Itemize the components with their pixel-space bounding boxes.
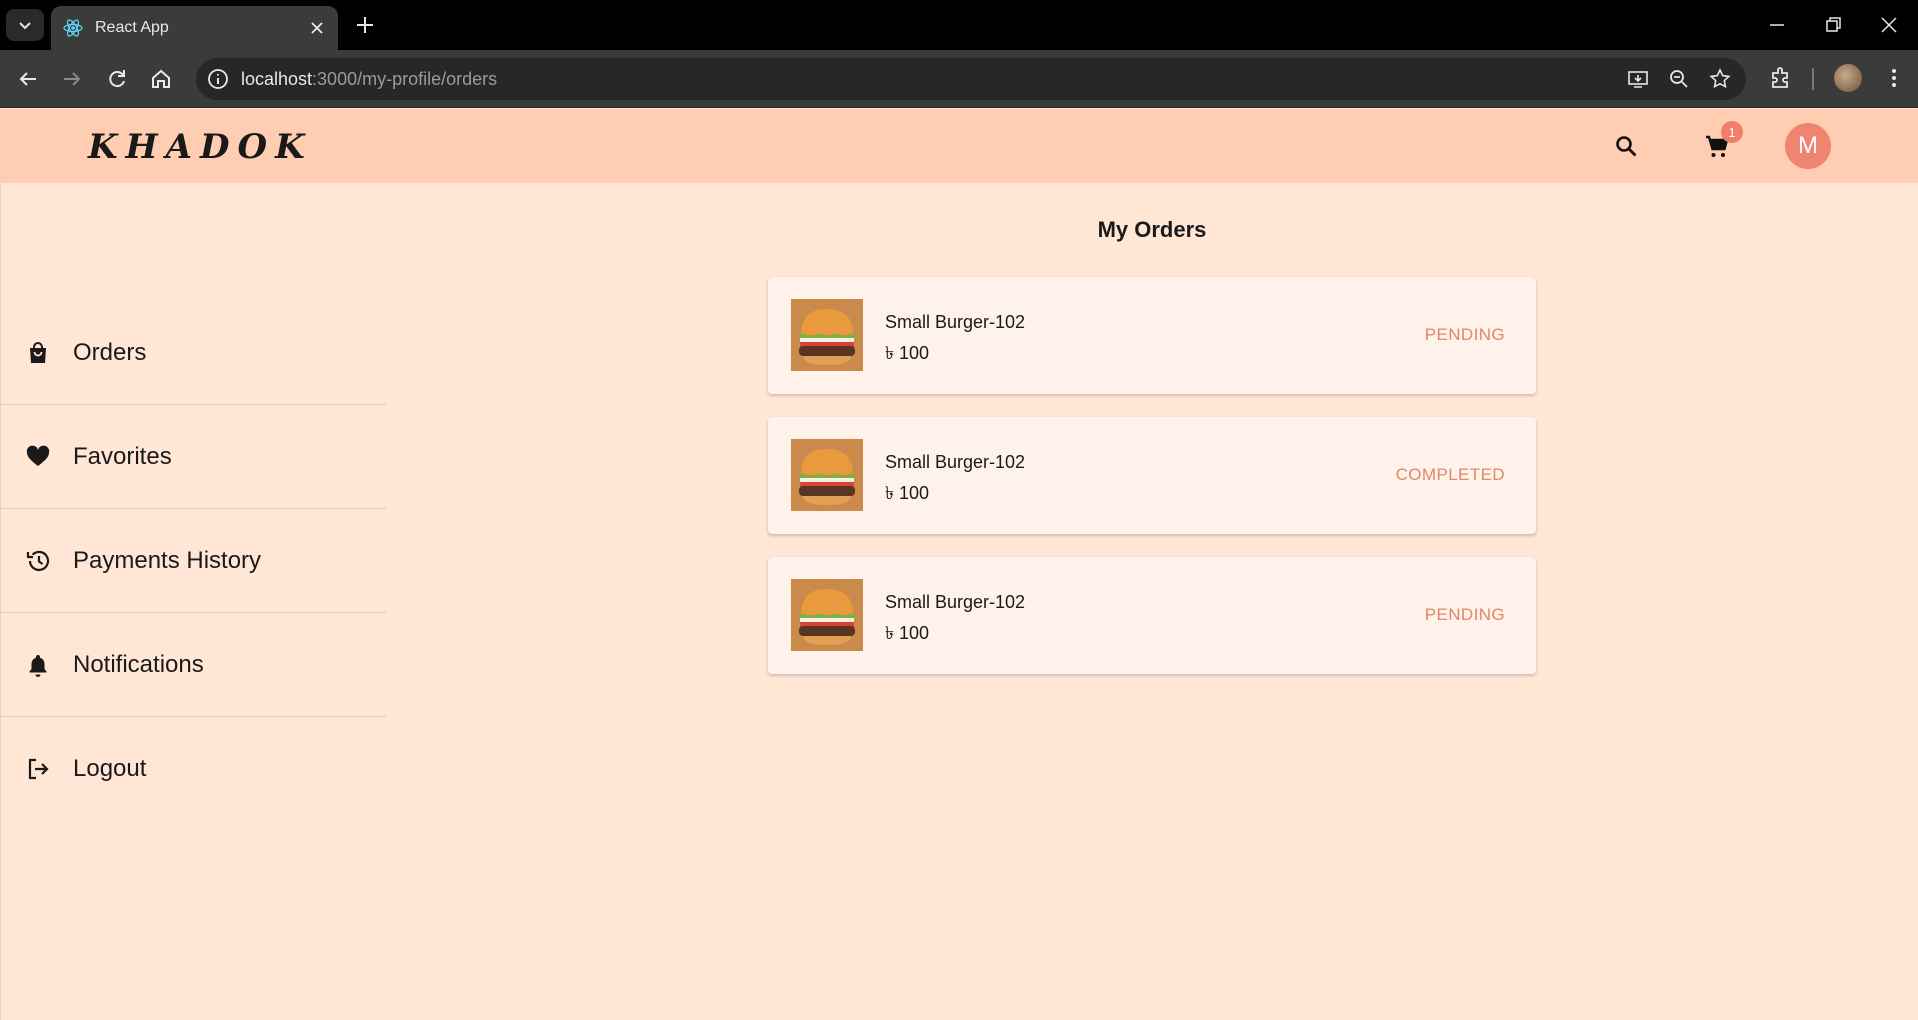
shopping-bag-icon: [30, 341, 46, 363]
cart-count-badge: 1: [1721, 121, 1743, 143]
browser-profile-avatar[interactable]: [1834, 64, 1862, 92]
tab-search-button[interactable]: [6, 9, 44, 41]
sidebar-item-label: Notifications: [73, 650, 204, 678]
sidebar-item-favorites[interactable]: Favorites: [1, 405, 386, 509]
more-menu-icon[interactable]: [1880, 64, 1908, 92]
url-text[interactable]: localhost:3000/my-profile/orders: [241, 69, 497, 90]
logout-icon: [28, 758, 49, 780]
browser-tab-bar: React App: [0, 0, 1918, 50]
minimize-icon[interactable]: [1764, 12, 1790, 38]
order-item-price: ৳ 100: [885, 483, 929, 503]
back-icon[interactable]: [14, 65, 42, 93]
forward-icon[interactable]: [58, 65, 86, 93]
sidebar-item-label: Favorites: [73, 442, 172, 470]
sidebar-item-notifications[interactable]: Notifications: [1, 613, 386, 717]
order-item-name: Small Burger-102: [885, 452, 1026, 472]
toolbar-separator: [1812, 68, 1814, 90]
sidebar-item-label: Logout: [73, 755, 147, 782]
sidebar-item-label: Payments History: [73, 546, 262, 574]
profile-sidebar: Orders Favorites Payments History Notifi…: [0, 183, 386, 1020]
restore-icon[interactable]: [1820, 12, 1846, 38]
chevron-down-icon: [19, 22, 31, 30]
tab-title: React App: [95, 19, 169, 36]
close-window-icon[interactable]: [1876, 12, 1902, 38]
zoom-icon[interactable]: [1667, 67, 1691, 91]
sidebar-item-payments-history[interactable]: Payments History: [1, 509, 386, 613]
url-path: :3000/my-profile/orders: [312, 69, 498, 89]
browser-toolbar: localhost:3000/my-profile/orders: [0, 50, 1918, 108]
order-card[interactable]: Small Burger-102 ৳ 100 COMPLETED: [768, 417, 1536, 534]
order-status: PENDING: [1424, 605, 1505, 624]
order-card[interactable]: Small Burger-102 ৳ 100 PENDING: [768, 277, 1536, 394]
burger-image: [791, 299, 863, 371]
burger-image: [791, 579, 863, 651]
heart-icon: [26, 445, 50, 466]
reload-icon[interactable]: [103, 65, 131, 93]
burger-image: [791, 439, 863, 511]
order-item-name: Small Burger-102: [885, 312, 1026, 332]
browser-tab[interactable]: React App: [51, 6, 338, 50]
search-icon[interactable]: [1613, 133, 1641, 161]
sidebar-item-label: Orders: [73, 338, 147, 366]
bookmark-star-icon[interactable]: [1708, 67, 1732, 91]
order-status: PENDING: [1424, 325, 1505, 344]
user-avatar[interactable]: M: [1785, 123, 1831, 169]
order-item-name: Small Burger-102: [885, 592, 1026, 612]
home-icon[interactable]: [147, 65, 175, 93]
sidebar-item-logout[interactable]: Logout: [1, 717, 386, 821]
address-bar[interactable]: localhost:3000/my-profile/orders: [196, 58, 1746, 100]
new-tab-icon[interactable]: [352, 12, 378, 38]
order-item-price: ৳ 100: [885, 343, 929, 363]
order-item-price: ৳ 100: [885, 623, 929, 643]
history-icon: [26, 550, 50, 571]
page-title: My Orders: [1097, 217, 1207, 242]
close-tab-icon[interactable]: [308, 19, 326, 37]
app-header: KHADOK 1 M: [0, 109, 1918, 183]
bell-icon: [29, 654, 47, 677]
install-app-icon[interactable]: [1626, 67, 1650, 91]
url-host: localhost: [241, 69, 313, 89]
khadok-logo[interactable]: KHADOK: [88, 127, 313, 167]
extensions-icon[interactable]: [1767, 64, 1795, 92]
order-status: COMPLETED: [1395, 465, 1505, 484]
site-info-icon[interactable]: [206, 67, 230, 91]
sidebar-item-orders[interactable]: Orders: [1, 301, 386, 405]
order-card[interactable]: Small Burger-102 ৳ 100 PENDING: [768, 557, 1536, 674]
react-icon: [63, 19, 83, 37]
